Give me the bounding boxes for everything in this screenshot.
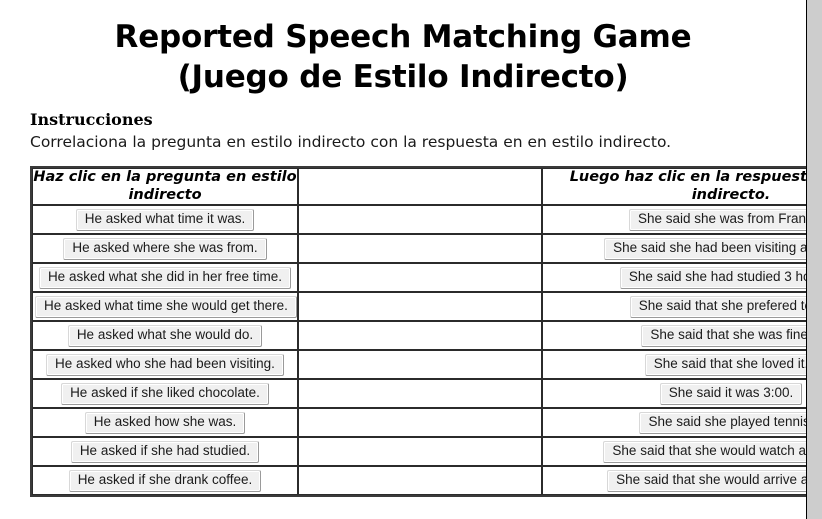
middle-cell[interactable] (298, 408, 542, 438)
matching-game-table-wrapper: Haz clic en la pregunta en estilo indire… (0, 152, 806, 498)
question-cell: He asked what she did in her free time. (32, 263, 298, 293)
answer-cell: She said that she was fine. (542, 321, 806, 351)
question-button[interactable]: He asked where she was from. (63, 237, 267, 260)
middle-cell[interactable] (298, 466, 542, 496)
question-cell: He asked what she would do. (32, 321, 298, 351)
question-button[interactable]: He asked who she had been visiting. (46, 353, 284, 376)
answer-cell: She said it was 3:00. (542, 379, 806, 409)
table-row: He asked if she had studied. She said th… (32, 437, 806, 467)
question-cell: He asked if she drank coffee. (32, 466, 298, 496)
table-row: He asked what time it was. She said she … (32, 205, 806, 235)
answer-button[interactable]: She said she played tennis. (639, 411, 806, 434)
table-header-row: Haz clic en la pregunta en estilo indire… (32, 167, 806, 206)
table-row: He asked what time she would get there. … (32, 292, 806, 322)
column-header-questions: Haz clic en la pregunta en estilo indire… (32, 167, 298, 206)
page-title: Reported Speech Matching Game (Juego de … (0, 0, 806, 97)
answer-button[interactable]: She said she had been visiting a friend. (604, 237, 806, 260)
middle-cell[interactable] (298, 263, 542, 293)
answer-cell: She said she had been visiting a friend. (542, 234, 806, 264)
question-cell: He asked how she was. (32, 408, 298, 438)
answer-button[interactable]: She said she had studied 3 hours. (619, 266, 806, 289)
answer-button[interactable]: She said that she prefered tea. (629, 295, 806, 318)
answer-button[interactable]: She said it was 3:00. (659, 382, 803, 405)
middle-cell[interactable] (298, 321, 542, 351)
question-button[interactable]: He asked what time she would get there. (35, 295, 297, 318)
middle-cell[interactable] (298, 234, 542, 264)
question-cell: He asked what time she would get there. (32, 292, 298, 322)
column-header-middle (298, 167, 542, 206)
question-cell: He asked what time it was. (32, 205, 298, 235)
instructions-block: Instrucciones Correlaciona la pregunta e… (0, 97, 806, 152)
answer-cell: She said that she loved it. (542, 350, 806, 380)
page-title-line-2: (Juego de Estilo Indirecto) (177, 58, 629, 95)
answer-cell: She said she was from France. (542, 205, 806, 235)
question-button[interactable]: He asked what she did in her free time. (38, 266, 292, 289)
table-row: He asked who she had been visiting. She … (32, 350, 806, 380)
answer-cell: She said she had studied 3 hours. (542, 263, 806, 293)
instructions-text: Correlaciona la pregunta en estilo indir… (30, 132, 672, 151)
column-header-answers: Luego haz clic en la respuesta en estilo… (542, 167, 806, 206)
table-row: He asked what she would do. She said tha… (32, 321, 806, 351)
answer-cell: She said that she would arrive at 8:00. (542, 466, 806, 496)
table-row: He asked what she did in her free time. … (32, 263, 806, 293)
matching-game-table: Haz clic en la pregunta en estilo indire… (30, 165, 806, 498)
table-row: He asked if she drank coffee. She said t… (32, 466, 806, 496)
page-right-gutter (806, 0, 822, 519)
answer-button[interactable]: She said she was from France. (628, 208, 806, 231)
instructions-heading: Instrucciones (30, 110, 153, 130)
question-button[interactable]: He asked if she drank coffee. (68, 469, 262, 492)
question-button[interactable]: He asked how she was. (84, 411, 246, 434)
middle-cell[interactable] (298, 205, 542, 235)
question-button[interactable]: He asked what time it was. (75, 208, 255, 231)
answer-cell: She said that she would watch a movie. (542, 437, 806, 467)
middle-cell[interactable] (298, 437, 542, 467)
table-row: He asked if she liked chocolate. She sai… (32, 379, 806, 409)
question-cell: He asked if she liked chocolate. (32, 379, 298, 409)
page-title-line-1: Reported Speech Matching Game (114, 19, 692, 55)
answer-cell: She said she played tennis. (542, 408, 806, 438)
middle-cell[interactable] (298, 379, 542, 409)
question-button[interactable]: He asked what she would do. (67, 324, 263, 347)
table-row: He asked how she was. She said she playe… (32, 408, 806, 438)
table-row: He asked where she was from. She said sh… (32, 234, 806, 264)
page-content: Reported Speech Matching Game (Juego de … (0, 0, 806, 519)
answer-button[interactable]: She said that she loved it. (644, 353, 806, 376)
answer-cell: She said that she prefered tea. (542, 292, 806, 322)
answer-button[interactable]: She said that she would watch a movie. (603, 440, 806, 463)
question-cell: He asked if she had studied. (32, 437, 298, 467)
question-button[interactable]: He asked if she had studied. (70, 440, 260, 463)
question-cell: He asked who she had been visiting. (32, 350, 298, 380)
middle-cell[interactable] (298, 292, 542, 322)
answer-button[interactable]: She said that she would arrive at 8:00. (607, 469, 806, 492)
question-cell: He asked where she was from. (32, 234, 298, 264)
middle-cell[interactable] (298, 350, 542, 380)
question-button[interactable]: He asked if she liked chocolate. (61, 382, 269, 405)
answer-button[interactable]: She said that she was fine. (641, 324, 806, 347)
